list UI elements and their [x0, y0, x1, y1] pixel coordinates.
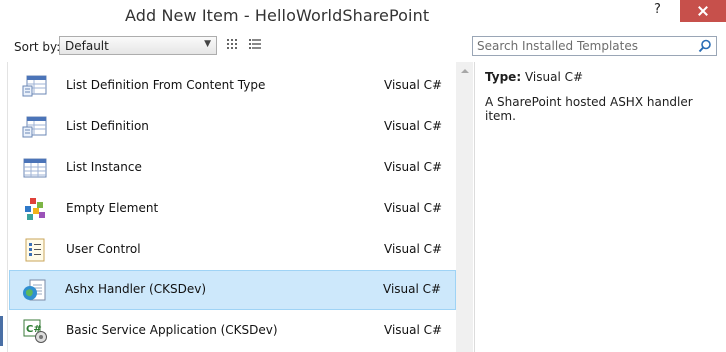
sort-by-value: Default	[65, 39, 109, 53]
template-language: Visual C#	[384, 78, 443, 92]
user-control-icon	[25, 238, 45, 262]
template-list-scrollbar[interactable]	[456, 62, 473, 352]
empty-element-icon	[25, 198, 45, 220]
service-application-icon: C#	[23, 319, 47, 343]
template-type-label: Type:	[485, 70, 522, 84]
template-name: List Definition	[66, 119, 149, 133]
template-language: Visual C#	[384, 201, 443, 215]
search-templates-box[interactable]	[472, 36, 717, 56]
template-name: Ashx Handler (CKSDev)	[65, 282, 206, 296]
list-definition-icon	[22, 116, 47, 138]
template-row-user-control[interactable]: User Control Visual C#	[10, 230, 456, 270]
search-input[interactable]	[477, 38, 687, 53]
left-navigation-marker	[0, 316, 3, 346]
template-description: A SharePoint hosted ASHX handler item.	[485, 95, 693, 123]
template-language: Visual C#	[383, 282, 442, 296]
template-language: Visual C#	[384, 160, 443, 174]
ashx-handler-icon	[23, 279, 46, 301]
left-navigation-edge	[0, 62, 7, 352]
template-row-list-definition[interactable]: List Definition Visual C#	[10, 107, 456, 147]
list-definition-content-type-icon	[22, 75, 47, 97]
medium-icons-view-icon[interactable]	[227, 39, 239, 51]
sort-by-dropdown[interactable]: Default ▼	[59, 36, 217, 55]
scroll-up-arrow-icon[interactable]	[456, 62, 473, 79]
template-type: Type: Visual C#	[485, 70, 583, 84]
close-button[interactable]	[680, 0, 726, 22]
template-row-ashx-handler[interactable]: Ashx Handler (CKSDev) Visual C#	[9, 270, 456, 310]
toolbar: Sort by: Default ▼	[0, 32, 726, 62]
template-language: Visual C#	[384, 323, 443, 337]
window-title: Add New Item - HelloWorldSharePoint	[125, 6, 430, 25]
title-bar: Add New Item - HelloWorldSharePoint ?	[0, 0, 726, 32]
template-row-list-definition-from-content-type[interactable]: List Definition From Content Type Visual…	[10, 66, 456, 106]
template-row-basic-service-application[interactable]: C# Basic Service Application (CKSDev) Vi…	[10, 311, 456, 351]
template-language: Visual C#	[384, 242, 443, 256]
sort-by-label: Sort by:	[14, 40, 61, 54]
template-info-pane: Type: Visual C# A SharePoint hosted ASHX…	[474, 62, 726, 352]
template-name: User Control	[66, 242, 141, 256]
template-row-empty-element[interactable]: Empty Element Visual C#	[10, 189, 456, 229]
template-name: List Instance	[66, 160, 142, 174]
template-name: List Definition From Content Type	[66, 78, 266, 92]
search-icon[interactable]	[698, 39, 712, 53]
template-row-list-instance[interactable]: List Instance Visual C#	[10, 148, 456, 188]
template-list: List Definition From Content Type Visual…	[7, 62, 456, 352]
template-type-value: Visual C#	[524, 70, 584, 84]
help-button[interactable]: ?	[654, 2, 661, 17]
chevron-down-icon: ▼	[204, 39, 211, 49]
template-name: Empty Element	[66, 201, 159, 215]
template-language: Visual C#	[384, 119, 443, 133]
template-name: Basic Service Application (CKSDev)	[66, 323, 278, 337]
list-instance-icon	[23, 158, 47, 178]
list-view-icon[interactable]	[249, 39, 261, 51]
